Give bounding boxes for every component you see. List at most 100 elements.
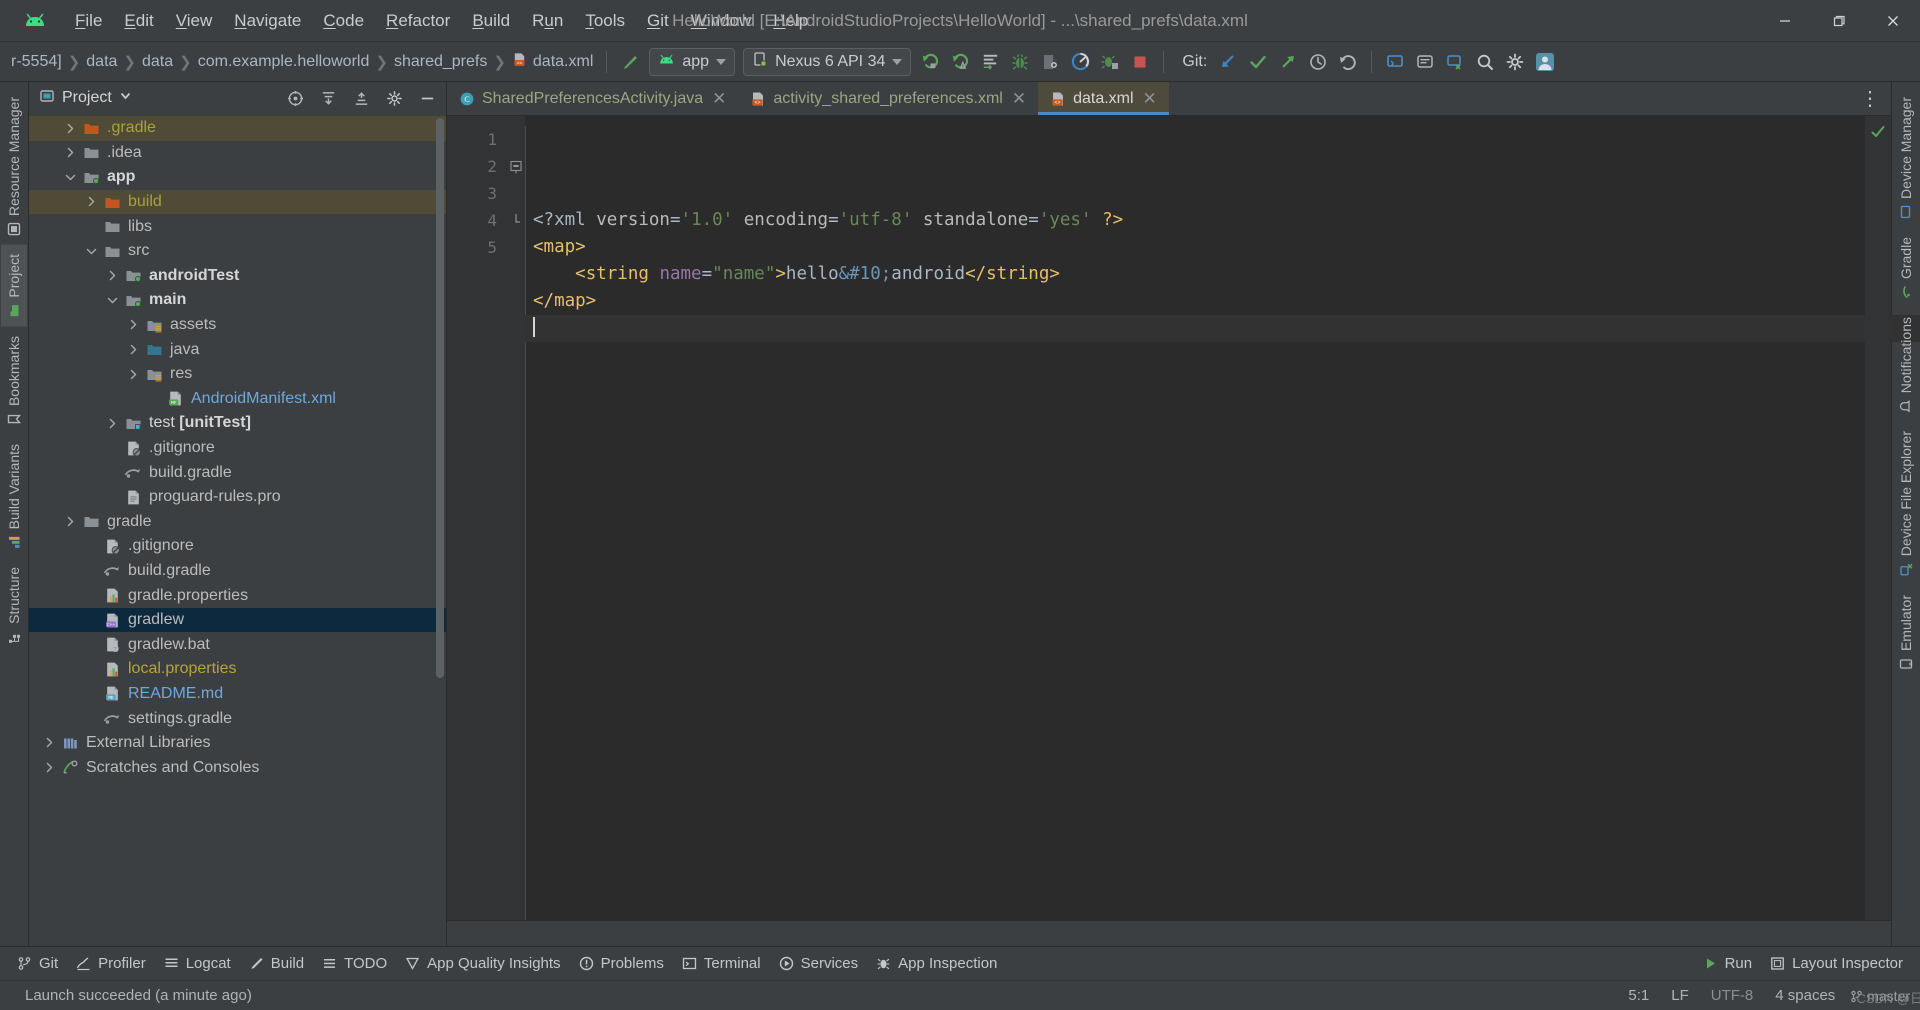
- sidebar-item-device-manager[interactable]: Device Manager: [1893, 88, 1919, 228]
- breadcrumb-device[interactable]: r-5554]: [6, 51, 67, 73]
- menu-navigate[interactable]: Navigate: [223, 7, 312, 35]
- tool-window-run[interactable]: Run: [1694, 951, 1762, 976]
- caret-position[interactable]: 5:1: [1617, 987, 1660, 1004]
- tree-item-gradle[interactable]: gradle: [29, 510, 446, 535]
- sidebar-item-bookmarks[interactable]: Bookmarks: [1, 327, 27, 435]
- chevron-right-icon[interactable]: [60, 119, 80, 137]
- tool-window-problems[interactable]: Problems: [570, 951, 673, 976]
- profiler-icon[interactable]: [1065, 47, 1095, 77]
- run-icon[interactable]: [915, 47, 945, 77]
- tree-item-gitignore[interactable]: .gitignore: [29, 534, 446, 559]
- tool-window-profiler[interactable]: Profiler: [67, 951, 155, 976]
- collapse-all-icon[interactable]: [348, 85, 374, 111]
- attach-debugger-icon[interactable]: [1095, 47, 1125, 77]
- settings-icon[interactable]: [1500, 47, 1530, 77]
- minimize-button[interactable]: [1758, 0, 1812, 42]
- chevron-right-icon[interactable]: [39, 734, 59, 752]
- chevron-right-icon[interactable]: [60, 513, 80, 531]
- apply-changes-icon[interactable]: [975, 47, 1005, 77]
- avatar[interactable]: [1530, 47, 1560, 77]
- indent-setting[interactable]: 4 spaces: [1764, 987, 1846, 1004]
- tree-item-gitignore[interactable]: .gitignore: [29, 436, 446, 461]
- tree-item-gradlew-bat[interactable]: ? gradlew.bat: [29, 632, 446, 657]
- sidebar-item-project[interactable]: Project: [1, 245, 27, 327]
- chevron-down-icon[interactable]: [102, 291, 122, 309]
- make-project-icon[interactable]: [615, 47, 645, 77]
- menu-view[interactable]: View: [165, 7, 224, 35]
- editor-tab-activity-shared-preferences-xml[interactable]: <> activity_shared_preferences.xml ✕: [738, 82, 1038, 115]
- editor-tab-data-xml[interactable]: <> data.xml ✕: [1038, 82, 1169, 115]
- breadcrumb-data-2[interactable]: data: [137, 51, 178, 73]
- close-icon[interactable]: ✕: [1010, 90, 1028, 107]
- sidebar-item-build-variants[interactable]: Build Variants: [1, 435, 27, 558]
- tool-window-app-inspection[interactable]: App Inspection: [867, 951, 1006, 976]
- device-file-explorer-icon[interactable]: [1440, 47, 1470, 77]
- chevron-right-icon[interactable]: [102, 267, 122, 285]
- code-editor[interactable]: 12345 <?xml version='1.0' encoding='utf-…: [447, 116, 1891, 920]
- breadcrumb-file[interactable]: <> data.xml: [507, 50, 598, 74]
- chevron-down-icon[interactable]: [60, 168, 80, 186]
- tree-item-test-unittest[interactable]: test [unitTest]: [29, 411, 446, 436]
- tool-window-logcat[interactable]: Logcat: [155, 951, 240, 976]
- tree-item-gradle[interactable]: .gradle: [29, 116, 446, 141]
- sidebar-item-notifications[interactable]: Notifications: [1893, 308, 1919, 422]
- code-line[interactable]: <string name="name">hello&#10;android</s…: [533, 261, 1865, 288]
- tree-item-gradle-properties[interactable]: gradle.properties: [29, 583, 446, 608]
- fold-gutter[interactable]: [507, 116, 525, 920]
- sidebar-item-resource-manager[interactable]: Resource Manager: [1, 88, 27, 245]
- code-line[interactable]: [533, 315, 1865, 342]
- debug-icon[interactable]: [945, 47, 975, 77]
- tool-window-git[interactable]: Git: [8, 951, 67, 976]
- menu-git[interactable]: Git: [636, 7, 680, 35]
- close-icon[interactable]: ✕: [1141, 90, 1159, 107]
- editor-markers-column[interactable]: [1865, 116, 1891, 920]
- tree-item-build[interactable]: build: [29, 189, 446, 215]
- tree-item-app[interactable]: app: [29, 165, 446, 190]
- history-icon[interactable]: [1303, 47, 1333, 77]
- close-icon[interactable]: ✕: [710, 90, 728, 107]
- editor-options-icon[interactable]: ⋮: [1857, 86, 1883, 112]
- notifications-icon[interactable]: [1410, 47, 1440, 77]
- tree-item-build-gradle[interactable]: build.gradle: [29, 559, 446, 584]
- sidebar-item-device-file-explorer[interactable]: Device File Explorer: [1893, 422, 1919, 585]
- chevron-right-icon[interactable]: [123, 316, 143, 334]
- chevron-down-icon[interactable]: [81, 242, 101, 260]
- menu-window[interactable]: Window: [680, 7, 762, 35]
- menu-help[interactable]: Help: [762, 7, 819, 35]
- git-push-icon[interactable]: [1273, 47, 1303, 77]
- tree-item-main[interactable]: main: [29, 288, 446, 313]
- chevron-right-icon[interactable]: [81, 193, 101, 211]
- tree-item-proguard-rules-pro[interactable]: proguard-rules.pro: [29, 485, 446, 510]
- settings-icon[interactable]: [381, 85, 407, 111]
- tree-item-idea[interactable]: .idea: [29, 141, 446, 166]
- breadcrumb-shared-prefs[interactable]: shared_prefs: [389, 51, 492, 73]
- maximize-button[interactable]: [1812, 0, 1866, 42]
- menu-tools[interactable]: Tools: [574, 7, 636, 35]
- fold-collapse-icon[interactable]: [507, 153, 525, 180]
- tree-item-scratches-and-consoles[interactable]: Scratches and Consoles: [29, 755, 446, 780]
- chevron-right-icon[interactable]: [39, 759, 59, 777]
- tree-item-androidtest[interactable]: androidTest: [29, 264, 446, 289]
- device-selector[interactable]: Nexus 6 API 34: [743, 47, 912, 76]
- menu-build[interactable]: Build: [461, 7, 521, 35]
- tree-item-java[interactable]: java: [29, 337, 446, 362]
- line-separator[interactable]: LF: [1660, 987, 1700, 1004]
- bug-icon[interactable]: [1005, 47, 1035, 77]
- breadcrumb-package[interactable]: com.example.helloworld: [193, 51, 375, 73]
- tree-item-local-properties[interactable]: local.properties: [29, 657, 446, 682]
- tree-item-res[interactable]: res: [29, 362, 446, 387]
- menu-run[interactable]: Run: [521, 7, 574, 35]
- tree-item-androidmanifest-xml[interactable]: MF AndroidManifest.xml: [29, 387, 446, 412]
- tool-window-services[interactable]: Services: [770, 951, 868, 976]
- sidebar-item-emulator[interactable]: Emulator: [1893, 586, 1919, 680]
- sidebar-item-structure[interactable]: Structure: [1, 558, 27, 653]
- tree-item-external-libraries[interactable]: External Libraries: [29, 731, 446, 756]
- tool-window-terminal[interactable]: Terminal: [673, 951, 770, 976]
- tree-item-build-gradle[interactable]: build.gradle: [29, 460, 446, 485]
- tree-item-src[interactable]: src: [29, 239, 446, 264]
- select-opened-file-icon[interactable]: [282, 85, 308, 111]
- menu-edit[interactable]: Edit: [113, 7, 164, 35]
- editor-tab-sharedpreferencesactivity-java[interactable]: C SharedPreferencesActivity.java ✕: [447, 82, 738, 115]
- project-tree[interactable]: .gradle .idea app build libs src androidTest ma…: [29, 114, 446, 946]
- chevron-right-icon[interactable]: [102, 414, 122, 432]
